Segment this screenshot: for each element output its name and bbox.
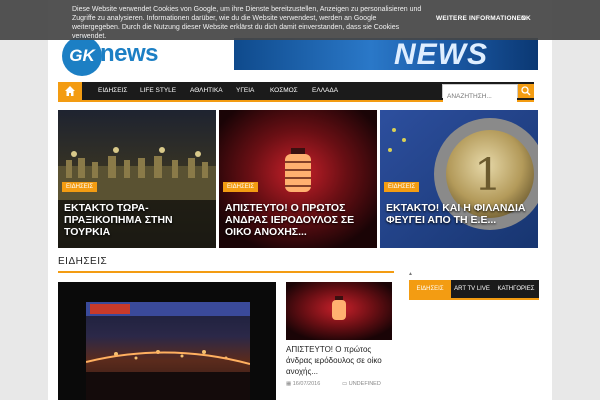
slide-3-image: 1 (380, 110, 538, 248)
search-button[interactable] (518, 84, 534, 98)
page: GK news NEWS ΕΙΔΗΣΕΙΣ LIFE STYLE ΑΘΛΗΤΙΚ… (48, 0, 552, 400)
nav-home-button[interactable] (58, 82, 82, 100)
slide-3-title[interactable]: ΕΚΤΑΚΤΟ! ΚΑΙ Η ΦΙΛΑΝΔΙΑ ΦΕΥΓΕΙ ΑΠΟ ΤΗ Ε.… (386, 202, 536, 226)
post-thumbnail-image (286, 282, 392, 340)
slide-3-category[interactable]: ΕΙΔΗΣΕΙΣ (384, 182, 420, 192)
tab-categories[interactable]: ΚΑΤΗΓΟΡΙΕΣ (493, 280, 539, 298)
section-title[interactable]: ΕΙΔΗΣΕΙΣ (58, 256, 107, 267)
slide-2-title[interactable]: ΑΠΙΣΤΕΥΤΟ! Ο ΠΡΩΤΟΣ ΑΝΔΡΑΣ ΙΕΡΟΔΟΥΛΟΣ ΣΕ… (225, 202, 375, 238)
tabs-underline (409, 298, 539, 300)
slide-1[interactable]: ΕΙΔΗΣΕΙΣ ΕΚΤΑΚΤΟ ΤΩΡΑ- ΠΡΑΞΙΚΟΠΗΜΑ ΣΤΗΝ … (58, 110, 216, 248)
post-date: ▦ 16/07/2016 (286, 381, 320, 387)
cookie-message: Diese Website verwendet Cookies von Goog… (72, 6, 422, 40)
cookie-more-info-link[interactable]: WEITERE INFORMATIONEN (436, 15, 526, 22)
logo-news-text: news (100, 40, 159, 67)
tab-news[interactable]: ΕΙΔΗΣΕΙΣ (409, 280, 451, 298)
nav-item-sports[interactable]: ΑΘΛΗΤΙΚΑ (190, 87, 223, 94)
cookie-ok-button[interactable]: OK (521, 15, 531, 22)
nav-item-health[interactable]: ΥΓΕΙΑ (236, 87, 254, 94)
post-category-text: UNDEFINED (348, 381, 381, 387)
main-nav: ΕΙΔΗΣΕΙΣ LIFE STYLE ΑΘΛΗΤΙΚΑ ΥΓΕΙΑ ΚΟΣΜΟ… (58, 82, 534, 103)
calendar-icon: ▦ (286, 381, 293, 387)
post-date-text: 16/07/2016 (292, 381, 321, 387)
search-icon (521, 86, 531, 96)
search-input[interactable] (443, 90, 517, 103)
section-underline (58, 271, 394, 273)
nav-item-news[interactable]: ΕΙΔΗΣΕΙΣ (98, 87, 127, 94)
slide-3[interactable]: 1 ΕΙΔΗΣΕΙΣ ΕΚΤΑΚΤΟ! ΚΑΙ Η ΦΙΛΑΝΔΙΑ ΦΕΥΓΕ… (380, 110, 538, 248)
search-box (442, 84, 518, 103)
nav-item-greece[interactable]: ΕΛΛΑΔΑ (312, 87, 338, 94)
nav-item-world[interactable]: ΚΟΣΜΟΣ (270, 87, 298, 94)
cookie-consent-bar: Diese Website verwendet Cookies von Goog… (0, 0, 600, 40)
slide-2[interactable]: ΕΙΔΗΣΕΙΣ ΑΠΙΣΤΕΥΤΟ! Ο ΠΡΩΤΟΣ ΑΝΔΡΑΣ ΙΕΡΟ… (219, 110, 377, 248)
slide-1-title[interactable]: ΕΚΤΑΚΤΟ ΤΩΡΑ- ΠΡΑΞΙΚΟΠΗΜΑ ΣΤΗΝ ΤΟΥΡΚΙΑ (64, 202, 214, 238)
banner-text: NEWS (394, 38, 488, 70)
post-title[interactable]: ΑΠΙΣΤΕΥΤΟ! Ο πρώτος άνδρας ιερόδουλος σε… (286, 344, 396, 377)
post-thumbnail[interactable] (286, 282, 392, 340)
slide-2-category[interactable]: ΕΙΔΗΣΕΙΣ (223, 182, 259, 192)
nav-item-lifestyle[interactable]: LIFE STYLE (140, 87, 176, 94)
slide-1-category[interactable]: ΕΙΔΗΣΕΙΣ (62, 182, 98, 192)
sidebar-tabs: ΕΙΔΗΣΕΙΣ ART TV LIVE ΚΑΤΗΓΟΡΙΕΣ (409, 280, 539, 298)
svg-text:1: 1 (474, 150, 502, 201)
featured-video[interactable] (58, 282, 276, 400)
logo-gk-text: GK (69, 46, 95, 65)
tab-art-tv-live[interactable]: ART TV LIVE (451, 280, 493, 298)
site-logo[interactable]: GK news (62, 36, 172, 76)
video-frame (85, 302, 251, 400)
post-category[interactable]: ▭ UNDEFINED (342, 381, 381, 387)
header-banner[interactable]: NEWS (234, 38, 538, 70)
video-thumbnail-image (85, 302, 251, 400)
home-icon (65, 86, 75, 96)
ad-marker: ▲ (408, 271, 413, 277)
folder-icon: ▭ (342, 381, 349, 387)
